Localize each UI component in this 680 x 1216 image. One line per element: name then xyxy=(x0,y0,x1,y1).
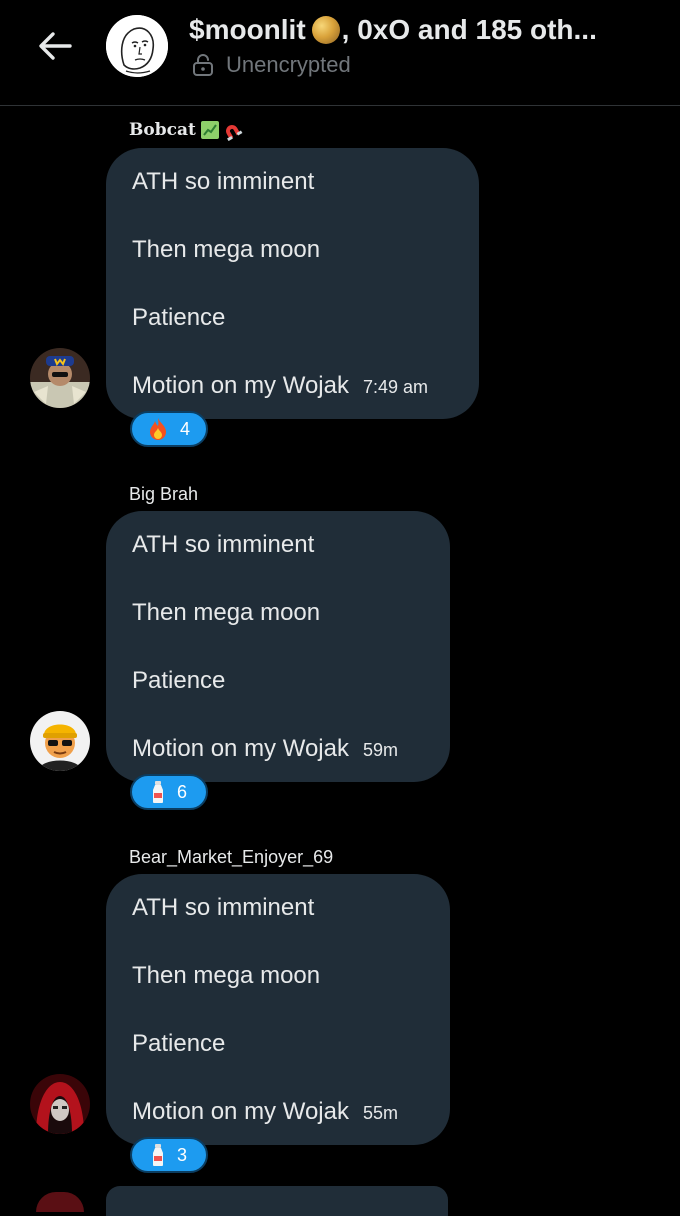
encryption-status: Unencrypted xyxy=(192,52,351,78)
moon-emoji-icon xyxy=(311,16,340,44)
chart-and-magnet-emoji-icon xyxy=(200,119,244,141)
reaction-count: 6 xyxy=(176,781,187,802)
message-line-with-time: Motion on my Wojak 55m xyxy=(132,1098,424,1127)
message-bubble[interactable]: ATH so imminent Then mega moon Patience … xyxy=(106,148,479,419)
message-line: ATH so imminent xyxy=(132,894,315,921)
sender-name-label: Bobcat xyxy=(129,120,196,140)
message-line: Then mega moon xyxy=(132,236,321,263)
reaction-button[interactable]: 6 xyxy=(130,774,208,810)
reaction-button[interactable]: 4 xyxy=(130,411,208,447)
sender-name-label: Big Brah xyxy=(129,484,199,504)
sender-avatar[interactable] xyxy=(30,711,90,771)
sender-name[interactable]: Bear_Market_Enjoyer_69 xyxy=(129,847,333,868)
message-timestamp: 59m xyxy=(362,740,398,760)
message-line-with-time: Motion on my Wojak 59m xyxy=(132,735,424,764)
fire-emoji-icon xyxy=(148,417,168,441)
message-bubble-partial[interactable] xyxy=(106,1186,448,1216)
message-line: Patience xyxy=(132,667,226,694)
conversation-header: $moonlit , 0xO and 185 oth... Unencrypte… xyxy=(0,0,680,106)
sender-name[interactable]: Big Brah xyxy=(129,484,198,505)
group-avatar[interactable] xyxy=(106,15,168,77)
message-line: Motion on my Wojak xyxy=(132,735,349,762)
message-timestamp: 7:49 am xyxy=(362,377,429,397)
wojak-avatar-image xyxy=(106,15,168,77)
message-line: Then mega moon xyxy=(132,599,321,626)
reaction-count: 3 xyxy=(176,1144,187,1165)
lock-open-icon xyxy=(192,53,214,77)
sender-name[interactable]: Bobcat xyxy=(129,119,244,141)
message-bubble[interactable]: ATH so imminent Then mega moon Patience … xyxy=(106,511,450,782)
title-prefix: $moonlit xyxy=(189,14,306,45)
encryption-status-label: Unencrypted xyxy=(226,52,351,77)
arrow-left-icon xyxy=(39,32,72,60)
milk-bottle-emoji-icon xyxy=(151,780,165,804)
reaction-count: 4 xyxy=(179,418,190,439)
message-line: Then mega moon xyxy=(132,962,321,989)
sender-avatar[interactable] xyxy=(30,1074,90,1134)
message-line: ATH so imminent xyxy=(132,168,315,195)
message-timestamp: 55m xyxy=(362,1103,398,1123)
message-line: Patience xyxy=(132,304,226,331)
message-line-with-time: Motion on my Wojak 7:49 am xyxy=(132,372,453,401)
sender-name-label: Bear_Market_Enjoyer_69 xyxy=(129,847,334,867)
message-line: Motion on my Wojak xyxy=(132,372,349,399)
conversation-title[interactable]: $moonlit , 0xO and 185 oth... xyxy=(189,14,597,46)
message-line: Patience xyxy=(132,1030,226,1057)
title-suffix: , 0xO and 185 oth... xyxy=(341,14,597,45)
avatar-image xyxy=(30,348,90,408)
back-button[interactable] xyxy=(30,26,80,66)
sender-avatar-partial[interactable] xyxy=(36,1192,84,1212)
milk-bottle-emoji-icon xyxy=(151,1143,165,1167)
reaction-button[interactable]: 3 xyxy=(130,1137,208,1173)
avatar-image xyxy=(30,711,90,771)
sender-avatar[interactable] xyxy=(30,348,90,408)
avatar-image xyxy=(30,1074,90,1134)
message-bubble[interactable]: ATH so imminent Then mega moon Patience … xyxy=(106,874,450,1145)
message-line: ATH so imminent xyxy=(132,531,315,558)
message-line: Motion on my Wojak xyxy=(132,1098,349,1125)
